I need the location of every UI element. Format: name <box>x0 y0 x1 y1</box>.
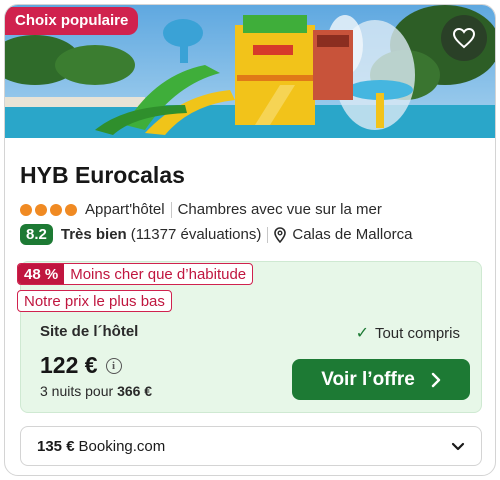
rating-label: Très bien <box>60 226 127 243</box>
lowest-price-tag: Notre prix le plus bas <box>17 290 172 312</box>
review-count[interactable]: (11377 évaluations) <box>131 226 262 243</box>
chevron-down-icon[interactable] <box>451 442 465 451</box>
star-dot <box>50 203 62 216</box>
star-dot <box>35 203 47 216</box>
divider <box>267 226 269 243</box>
view-offer-button[interactable]: Voir l’offre <box>292 359 470 400</box>
other-offer-provider: Booking.com <box>78 437 166 455</box>
check-icon: ✓ <box>355 325 369 342</box>
favorite-button[interactable] <box>441 15 487 61</box>
all-inclusive-text: Tout compris <box>374 324 460 342</box>
hotel-name[interactable]: HYB Eurocalas <box>20 162 185 189</box>
location-pin-icon <box>274 226 287 243</box>
total-price: 366 € <box>117 383 153 399</box>
heart-icon <box>452 27 476 49</box>
hotel-meta-row: Appart'hôtel Chambres avec vue sur la me… <box>20 201 382 218</box>
star-rating <box>20 203 77 216</box>
total-price-line: 3 nuits pour 366 € <box>40 383 152 399</box>
info-icon[interactable]: i <box>105 357 122 374</box>
price: 122 € i <box>40 352 122 379</box>
lowest-price-text: Notre prix le plus bas <box>24 292 165 310</box>
rating-row: 8.2 Très bien (11377 évaluations) Calas … <box>20 224 412 245</box>
star-dot <box>20 203 32 216</box>
all-inclusive-label: ✓ Tout compris <box>356 323 460 343</box>
discount-text: Moins cher que d’habitude <box>70 265 247 283</box>
rating-score: 8.2 <box>20 224 53 245</box>
discount-percent: 48 % <box>18 264 65 284</box>
offer-provider: Site de l´hôtel <box>40 323 139 340</box>
popular-badge: Choix populaire <box>5 7 139 35</box>
other-offer-row[interactable]: 135 € Booking.com <box>20 426 482 466</box>
hotel-photo[interactable]: Choix populaire <box>5 5 495 138</box>
accommodation-type: Appart'hôtel <box>85 201 165 218</box>
divider <box>170 201 172 218</box>
other-offer-price: 135 € <box>37 437 75 455</box>
location[interactable]: Calas de Mallorca <box>292 226 412 243</box>
nightly-price: 122 € <box>40 352 98 378</box>
nights-text: 3 nuits pour <box>40 383 114 399</box>
hotel-feature: Chambres avec vue sur la mer <box>177 201 382 218</box>
discount-tag: 48 % Moins cher que d’habitude <box>17 263 254 285</box>
view-offer-label: Voir l’offre <box>321 368 415 390</box>
chevron-right-icon <box>431 372 440 387</box>
hotel-card[interactable]: Choix populaire HYB Eurocalas Appart'hôt… <box>4 4 496 476</box>
star-dot <box>65 203 77 216</box>
